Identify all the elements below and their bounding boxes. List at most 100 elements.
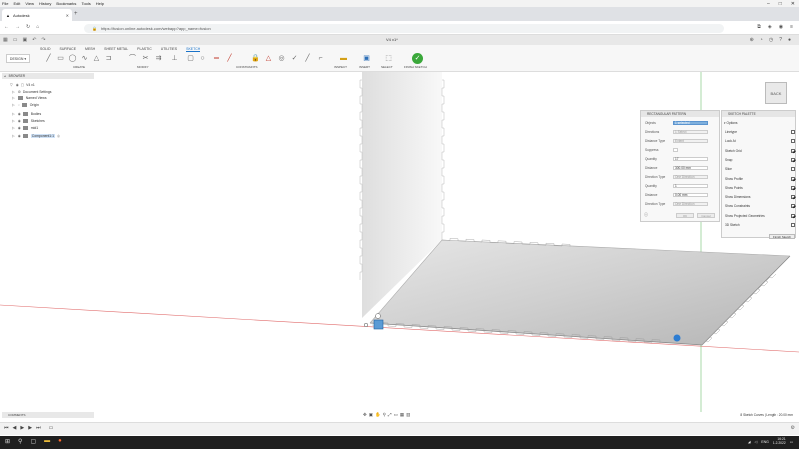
tab-surface[interactable]: SURFACE [60, 47, 77, 52]
visibility-icon[interactable]: ◉ [18, 126, 21, 130]
windows-start-icon[interactable]: ⊞ [5, 438, 10, 445]
timeline-start-icon[interactable]: ⏮ [4, 425, 9, 431]
tree-item-bodies[interactable]: ▷ ◉ Bodies [12, 111, 41, 117]
menu-bookmarks[interactable]: Bookmarks [56, 1, 76, 6]
extensions-icon[interactable]: ⧉ [757, 24, 761, 30]
expand-icon[interactable]: ▷ [12, 96, 15, 100]
palette-option-row[interactable]: Slice [725, 166, 795, 172]
polygon-icon[interactable]: △ [92, 54, 101, 63]
tab-plastic[interactable]: PLASTIC [137, 47, 152, 52]
expand-icon[interactable]: ▷ [12, 119, 15, 123]
selected-sketch-profile[interactable] [373, 319, 384, 330]
timeline-forward-icon[interactable]: ▶ [28, 425, 32, 431]
ok-button[interactable]: OK [676, 213, 694, 218]
palette-option-row[interactable]: Show Profile [725, 176, 795, 182]
group-inspect[interactable]: INSPECT [334, 65, 347, 69]
close-tab-icon[interactable]: ✕ [66, 13, 69, 18]
distance-manipulator-icon[interactable] [673, 334, 681, 342]
group-finish-sketch[interactable]: FINISH SKETCH [404, 65, 427, 69]
tab-solid[interactable]: SOLID [40, 47, 51, 52]
new-tab-icon[interactable]: + [74, 11, 78, 17]
line-icon[interactable]: ╱ [44, 54, 53, 63]
redo-icon[interactable]: ↷ [41, 37, 45, 43]
finish-sketch-palette-button[interactable]: Finish Sketch [769, 234, 795, 239]
forward-icon[interactable]: → [15, 24, 20, 30]
dialog-header[interactable]: RECTANGULAR PATTERN [641, 111, 719, 117]
move-manipulator-icon[interactable] [375, 313, 381, 319]
help-icon[interactable]: ? [779, 37, 782, 43]
palette-header[interactable]: SKETCH PALETTE [722, 111, 795, 117]
task-view-icon[interactable]: ▢ [30, 438, 36, 445]
expand-icon[interactable]: ▷ [12, 103, 15, 107]
visibility-icon[interactable]: ◉ [18, 134, 21, 138]
viewports-icon[interactable]: ▥ [406, 412, 410, 418]
tree-item-named-views[interactable]: ▷ Named Views [12, 95, 47, 101]
symmetry-icon[interactable]: ◎ [277, 54, 286, 63]
tab-mesh[interactable]: MESH [85, 47, 95, 52]
look-at-icon[interactable]: ▣ [369, 412, 373, 418]
grid-icon[interactable]: ▦ [3, 37, 8, 43]
spline-icon[interactable]: ∿ [80, 54, 89, 63]
timeline-back-icon[interactable]: ◀ [13, 425, 17, 431]
menu-icon[interactable]: ≡ [790, 24, 793, 30]
tab-utilities[interactable]: UTILITIES [161, 47, 177, 52]
volume-icon[interactable]: ◁ [755, 440, 758, 444]
group-select[interactable]: SELECT [381, 65, 393, 69]
quantity-input[interactable]: 17 [673, 156, 708, 162]
palette-option-row[interactable]: Show Projected Geometries [725, 213, 795, 219]
expand-icon[interactable]: ▽ [10, 83, 13, 87]
language-indicator[interactable]: ENG [761, 440, 769, 444]
browser-tab[interactable]: ▲ Autodesk ✕ [2, 9, 72, 21]
menu-help[interactable]: Help [96, 1, 104, 6]
palette-option-row[interactable]: Linetype [725, 129, 795, 135]
menu-edit[interactable]: Edit [13, 1, 20, 6]
tree-item-origin[interactable]: ▷ ◌ Origin [12, 102, 39, 108]
direction-type-dropdown-2[interactable]: One Direction [673, 201, 708, 207]
distance-input[interactable]: 300.00 mm [673, 165, 708, 171]
file-explorer-icon[interactable]: ▬ [44, 438, 50, 445]
timeline-settings-icon[interactable]: ⚙ [791, 425, 795, 431]
tree-item-mid1[interactable]: ▷ ◉ mid1 [12, 125, 38, 131]
break-icon[interactable]: ⊥ [170, 54, 179, 63]
palette-option-checkbox[interactable] [791, 223, 795, 227]
grid-settings-icon[interactable]: ▦ [400, 412, 404, 418]
extension-icon[interactable]: ⊕ [750, 37, 754, 43]
palette-option-checkbox[interactable] [791, 167, 795, 172]
group-create[interactable]: CREATE [73, 65, 85, 69]
account-icon[interactable]: ● [788, 37, 791, 43]
palette-option-row[interactable]: Show Points [725, 185, 795, 191]
search-icon[interactable]: ⚲ [18, 438, 22, 445]
fix-icon[interactable]: 🔒 [251, 54, 260, 63]
expand-icon[interactable]: ▷ [12, 112, 15, 116]
measure-icon[interactable]: ▬ [339, 54, 348, 63]
palette-option-row[interactable]: Look At [725, 138, 795, 144]
perpendicular-icon[interactable]: ✓ [290, 54, 299, 63]
select-icon[interactable]: ⬚ [384, 54, 393, 63]
fillet-icon[interactable]: ⌒ [128, 54, 137, 63]
visibility-icon[interactable]: ◉ [18, 112, 21, 116]
cancel-button[interactable]: Cancel [697, 213, 715, 218]
palette-option-row[interactable]: Snap [725, 157, 795, 163]
group-insert[interactable]: INSERT [359, 65, 370, 69]
directions-select[interactable]: 1 Select [673, 129, 708, 135]
parallel-icon[interactable]: ╱ [303, 54, 312, 63]
undo-icon[interactable]: ↶ [32, 37, 36, 43]
zoom-icon[interactable]: ⚲ [383, 412, 386, 418]
notification-icon[interactable]: ◔ [760, 37, 763, 43]
palette-option-checkbox[interactable] [791, 213, 795, 218]
display-settings-icon[interactable]: ▭ [394, 412, 398, 418]
activate-component-icon[interactable]: ◎ [57, 134, 60, 138]
finish-sketch-button[interactable]: ✓ [412, 53, 423, 64]
visibility-icon[interactable]: ◉ [16, 83, 19, 87]
group-modify[interactable]: MODIFY [137, 65, 149, 69]
expand-icon[interactable]: ▷ [12, 90, 15, 94]
network-icon[interactable]: ◢ [748, 440, 751, 444]
suppress-checkbox[interactable] [673, 147, 678, 153]
reload-icon[interactable]: ↻ [26, 24, 30, 30]
timeline-play-icon[interactable]: ▶ [20, 425, 24, 431]
orbit-icon[interactable]: ✥ [363, 412, 367, 418]
offset-icon[interactable]: ⊐ [104, 54, 113, 63]
file-icon[interactable]: ▭ [13, 37, 18, 43]
expand-icon[interactable]: ▷ [12, 126, 15, 130]
profile-icon[interactable]: ◉ [779, 24, 783, 30]
